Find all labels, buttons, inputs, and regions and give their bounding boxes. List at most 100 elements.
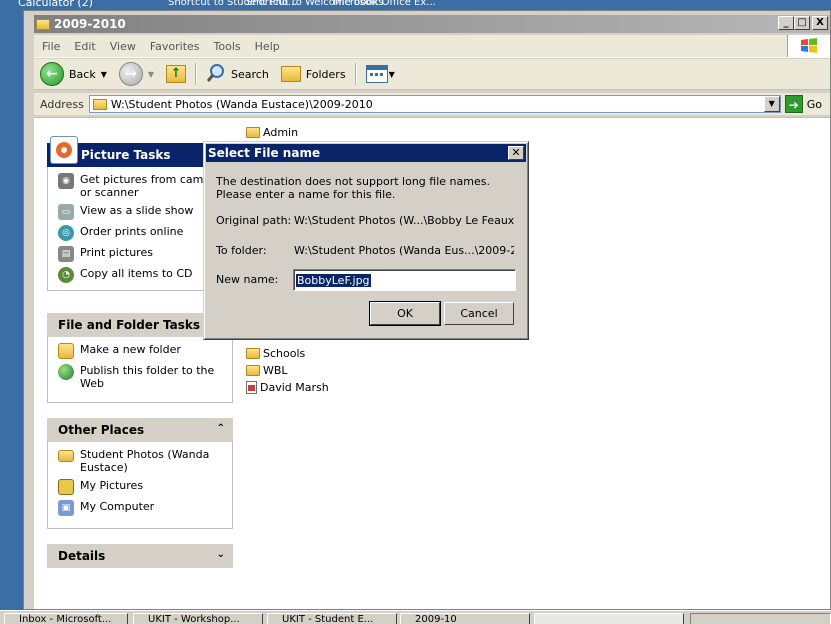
file-name: Schools (263, 347, 306, 360)
window-left-edge (24, 11, 33, 609)
folders-label: Folders (305, 67, 346, 81)
menu-favorites[interactable]: Favorites (143, 40, 207, 53)
task-order-prints-label: Order prints online (80, 225, 184, 238)
taskbar-item-inbox[interactable]: Inbox - Microsoft... (4, 613, 128, 624)
dialog-titlebar[interactable]: Select File name ✕ (206, 144, 526, 162)
computer-icon: ▣ (58, 500, 74, 516)
desktop-label-calculator[interactable]: Calculator (2) (18, 0, 93, 8)
file-name: WBL (263, 364, 288, 377)
file-item-admin[interactable]: Admin (246, 124, 329, 141)
ok-button[interactable]: OK (369, 301, 441, 326)
window-title: 2009-2010 (54, 17, 126, 31)
menu-file[interactable]: File (34, 40, 67, 53)
details-title: Details (58, 549, 106, 563)
go-button[interactable]: ➔ Go (784, 95, 830, 113)
collapse-chevron-icon[interactable]: ⌃ (217, 423, 225, 434)
windows-logo-icon (787, 35, 830, 57)
file-name: Admin (263, 126, 299, 139)
menu-edit[interactable]: Edit (67, 40, 102, 53)
go-label: Go (806, 97, 822, 111)
taskbar: Inbox - Microsoft... UKIT - Workshop... … (0, 610, 831, 624)
close-button[interactable]: X (812, 16, 828, 30)
file-item-david-marsh[interactable]: David Marsh (246, 379, 329, 396)
go-arrow-icon: ➔ (784, 95, 803, 113)
taskbar-item-2009-10[interactable]: 2009-10 (400, 613, 530, 624)
forward-arrow-icon: → (118, 62, 143, 86)
task-copy-to-cd[interactable]: ◔ Copy all items to CD (58, 267, 226, 283)
original-path-value: W:\Student Photos (W...\Bobby Le Feaux.j… (294, 214, 514, 227)
desktop-label-office[interactable]: Microsoft Office Ex... (333, 0, 436, 8)
window-titlebar[interactable]: 2009-2010 _ □ X (34, 15, 830, 33)
folder-icon (246, 348, 260, 359)
task-copy-to-cd-label: Copy all items to CD (80, 267, 193, 280)
forward-button[interactable]: → ▼ (113, 61, 160, 87)
task-get-pictures[interactable]: ◉ Get pictures from camera or scanner (58, 173, 226, 199)
search-label: Search (231, 67, 269, 81)
task-slide-show-label: View as a slide show (80, 204, 194, 217)
address-input[interactable]: W:\Student Photos (Wanda Eustace)\2009-2… (88, 95, 781, 113)
cancel-button[interactable]: Cancel (444, 302, 514, 325)
address-value: W:\Student Photos (Wanda Eustace)\2009-2… (110, 97, 373, 111)
place-my-pictures-label: My Pictures (80, 479, 144, 492)
taskbar-item-active[interactable] (534, 613, 684, 624)
views-icon (365, 65, 388, 83)
expand-chevron-icon[interactable]: ⌄ (217, 549, 225, 560)
task-new-folder[interactable]: Make a new folder (58, 343, 226, 359)
other-places-header[interactable]: Other Places ⌃ (47, 418, 233, 442)
place-my-computer[interactable]: ▣ My Computer (58, 500, 226, 516)
search-button[interactable]: Search (200, 61, 275, 87)
picture-tasks-icon (50, 136, 78, 164)
task-order-prints[interactable]: ◎ Order prints online (58, 225, 226, 241)
place-my-pictures[interactable]: My Pictures (58, 479, 226, 495)
menu-help[interactable]: Help (248, 40, 287, 53)
other-places-title: Other Places (58, 423, 145, 437)
address-dropdown-button[interactable]: ▼ (763, 96, 780, 112)
taskbar-item-workshop[interactable]: UKIT - Workshop... (133, 613, 263, 624)
views-button[interactable]: ▼ (360, 61, 401, 87)
cd-icon: ◔ (58, 267, 74, 283)
globe-print-icon: ◎ (58, 225, 74, 241)
up-folder-button[interactable]: ↑ (160, 61, 192, 87)
my-pictures-icon (58, 479, 74, 495)
back-arrow-icon: ← (40, 62, 64, 86)
menu-view[interactable]: View (103, 40, 143, 53)
menu-bar: File Edit View Favorites Tools Help (34, 35, 830, 58)
folders-button[interactable]: Folders (275, 61, 352, 87)
new-name-value: BobbyLeF.jpg (296, 273, 371, 287)
system-tray (690, 613, 831, 624)
back-button[interactable]: ← Back ▼ (34, 61, 113, 87)
task-publish-web[interactable]: Publish this folder to the Web (58, 364, 226, 390)
new-name-input[interactable]: BobbyLeF.jpg (293, 269, 516, 291)
slideshow-icon: ▭ (58, 204, 74, 220)
task-slide-show[interactable]: ▭ View as a slide show (58, 204, 226, 220)
task-publish-web-label: Publish this folder to the Web (80, 364, 215, 390)
new-folder-icon (58, 343, 74, 359)
folders-icon (280, 66, 301, 82)
to-folder-label: To folder: (216, 244, 267, 257)
chevron-down-icon[interactable]: ▼ (148, 70, 154, 79)
standard-toolbar: ← Back ▼ → ▼ ↑ Search Folders ▼ (34, 59, 830, 90)
address-bar: Address W:\Student Photos (Wanda Eustace… (34, 93, 830, 115)
file-item-schools[interactable]: Schools (246, 345, 329, 362)
dialog-close-icon[interactable]: ✕ (508, 146, 524, 160)
folder-icon (58, 450, 74, 462)
printer-icon: ▤ (58, 246, 74, 262)
place-student-photos[interactable]: Student Photos (Wanda Eustace) (58, 448, 226, 474)
chevron-down-icon[interactable]: ▼ (389, 70, 395, 79)
task-print-pictures[interactable]: ▤ Print pictures (58, 246, 226, 262)
task-new-folder-label: Make a new folder (80, 343, 181, 356)
chevron-down-icon[interactable]: ▼ (101, 70, 107, 79)
taskbar-item-student[interactable]: UKIT - Student E... (267, 613, 397, 624)
maximize-button[interactable]: □ (794, 16, 810, 30)
minimize-button[interactable]: _ (778, 16, 794, 30)
details-panel: Details ⌄ (47, 544, 233, 568)
details-header[interactable]: Details ⌄ (47, 544, 233, 568)
address-label: Address (40, 97, 84, 111)
toolbar-separator (195, 63, 198, 85)
image-file-icon (246, 381, 257, 394)
to-folder-value: W:\Student Photos (Wanda Eus...\2009-201… (294, 244, 514, 257)
back-label: Back (69, 67, 96, 81)
menu-tools[interactable]: Tools (207, 40, 248, 53)
picture-tasks-title: Picture Tasks (81, 148, 171, 162)
file-item-wbl[interactable]: WBL (246, 362, 329, 379)
